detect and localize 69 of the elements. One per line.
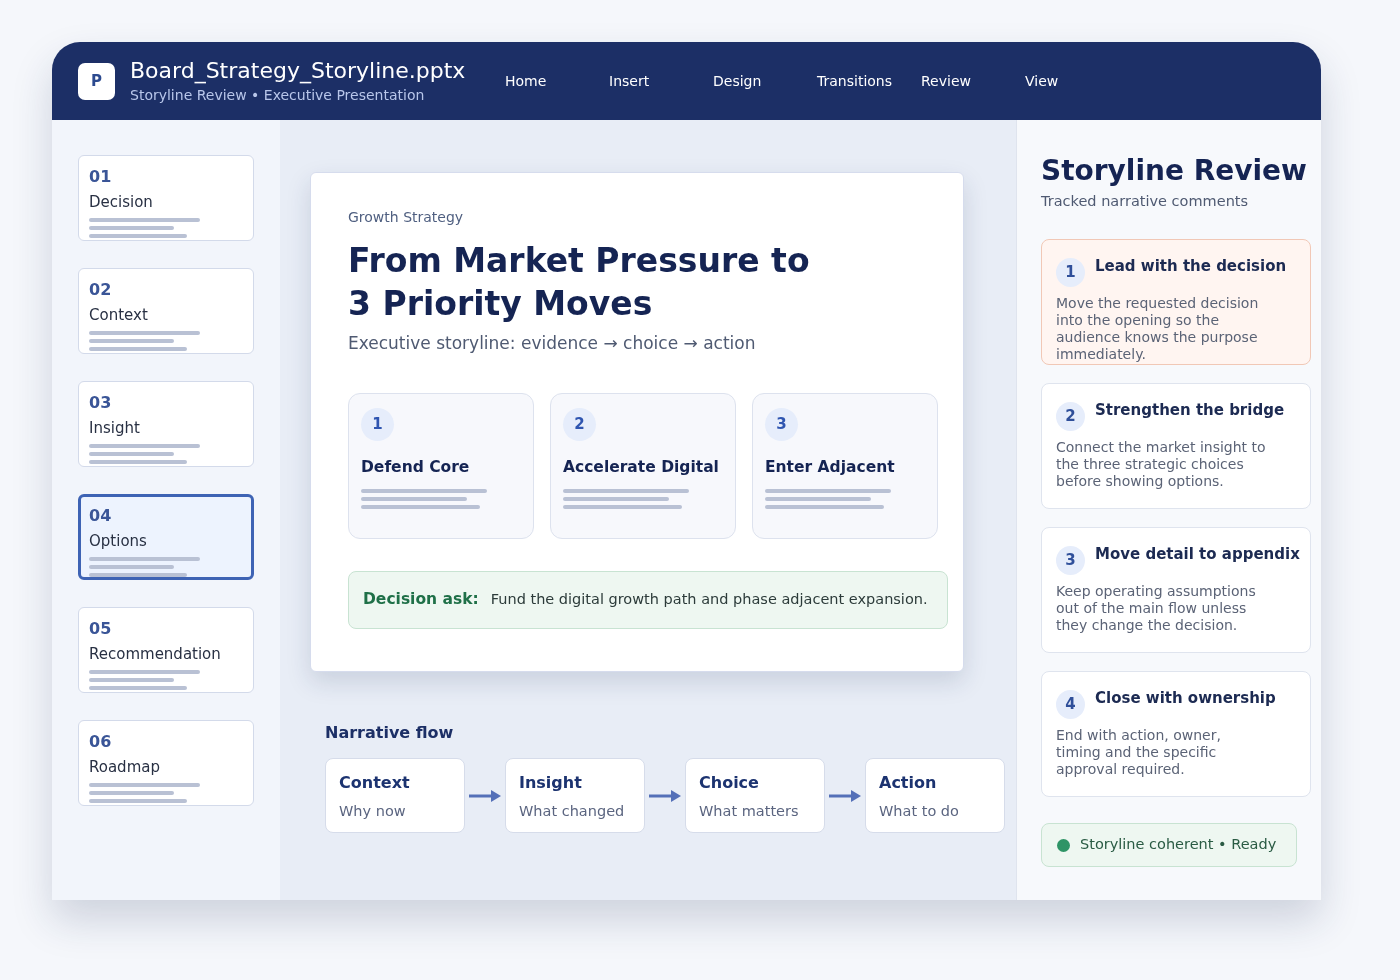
section-heading: Narrative flow <box>325 722 455 744</box>
status-text: Storyline coherent • Ready <box>1080 835 1277 855</box>
comment-card[interactable]: 1 Lead with the decision Move the requested decision into the opening so the audience knows the purpose immediately. <box>1041 239 1311 365</box>
comment-number: 2 <box>1056 402 1085 431</box>
app-logo: P <box>78 62 115 100</box>
slide-title: Insight <box>89 418 141 438</box>
menu-tab[interactable]: View <box>1025 70 1129 92</box>
comment-title: Move detail to appendix <box>1095 544 1300 564</box>
comment-number: 4 <box>1056 690 1085 719</box>
slide-thumbnail[interactable]: 05 Recommendation <box>78 607 254 693</box>
step-title: Action <box>879 772 938 794</box>
menu-tab[interactable]: Transitions <box>817 70 921 92</box>
slide-title: Context <box>89 305 149 325</box>
step-title: Insight <box>519 772 583 794</box>
comment-number: 3 <box>1056 546 1085 575</box>
slide-title: From Market Pressure to 3 Priority Moves <box>348 240 811 325</box>
slide-number: 01 <box>89 167 113 187</box>
slide-eyebrow: Growth Strategy <box>348 208 465 227</box>
option-number: 1 <box>361 408 394 441</box>
slide-thumbnail[interactable]: 02 Context <box>78 268 254 354</box>
slide-title: Options <box>89 531 148 551</box>
slide-thumbnail[interactable]: 01 Decision <box>78 155 254 241</box>
option-number: 2 <box>563 408 596 441</box>
step-title: Choice <box>699 772 760 794</box>
comment-text: Keep operating assumptions out of the main flow unless they change the decision. <box>1056 583 1257 634</box>
slide-number: 06 <box>89 732 113 752</box>
panel-subtitle: Tracked narrative comments <box>1041 192 1250 211</box>
slide-number: 02 <box>89 280 113 300</box>
comment-title: Lead with the decision <box>1095 256 1287 276</box>
slide-thumbnail[interactable]: 06 Roadmap <box>78 720 254 806</box>
slide-thumbnail[interactable]: 03 Insight <box>78 381 254 467</box>
menu-tab[interactable]: Home <box>505 70 609 92</box>
window-subtitle: Storyline Review • Executive Presentation <box>130 86 426 105</box>
window-title: Board_Strategy_Storyline.pptx <box>130 57 467 85</box>
step-title: Context <box>339 772 411 794</box>
menu-tab[interactable]: Review <box>921 70 1025 92</box>
step-caption: What changed <box>519 802 626 821</box>
comment-card[interactable]: 4 Close with ownership End with action, owner, timing and the specific approval required. <box>1041 671 1311 797</box>
slide-number: 05 <box>89 619 113 639</box>
option-number: 3 <box>765 408 798 441</box>
comment-card[interactable]: 2 Strengthen the bridge Connect the market insight to the three strategic choices before showing options. <box>1041 383 1311 509</box>
arrow-icon <box>649 789 681 802</box>
option-title: Accelerate Digital <box>563 457 720 478</box>
comment-text: Move the requested decision into the opening so the audience knows the purpose immediately. <box>1056 295 1260 363</box>
menu-tab[interactable]: Insert <box>609 70 713 92</box>
slide-title: Roadmap <box>89 757 161 777</box>
slide-thumbnail[interactable]: 04 Options <box>78 494 254 580</box>
step-caption: Why now <box>339 802 407 821</box>
step-caption: What matters <box>699 802 800 821</box>
comment-text: End with action, owner, timing and the specific approval required. <box>1056 727 1222 778</box>
comment-number: 1 <box>1056 258 1085 287</box>
menu-tab[interactable]: Design <box>713 70 817 92</box>
slide-title: Decision <box>89 192 154 212</box>
slide-title: Recommendation <box>89 644 222 664</box>
slide-subtitle: Executive storyline: evidence → choice → action <box>348 332 757 355</box>
comment-text: Connect the market insight to the three strategic choices before showing options. <box>1056 439 1267 490</box>
slide-number: 04 <box>89 506 113 526</box>
option-title: Enter Adjacent <box>765 457 896 478</box>
arrow-icon <box>829 789 861 802</box>
comment-title: Strengthen the bridge <box>1095 400 1285 420</box>
comment-title: Close with ownership <box>1095 688 1276 708</box>
decision-text: Fund the digital growth path and phase adjacent expansion. <box>490 590 928 610</box>
slide-number: 03 <box>89 393 113 413</box>
panel-title: Storyline Review <box>1041 153 1308 189</box>
option-title: Defend Core <box>361 457 471 478</box>
decision-label: Decision ask: <box>363 589 479 611</box>
arrow-icon <box>469 789 501 802</box>
comment-card[interactable]: 3 Move detail to appendix Keep operating assumptions out of the main flow unless they change the decision. <box>1041 527 1311 653</box>
step-caption: What to do <box>879 802 960 821</box>
